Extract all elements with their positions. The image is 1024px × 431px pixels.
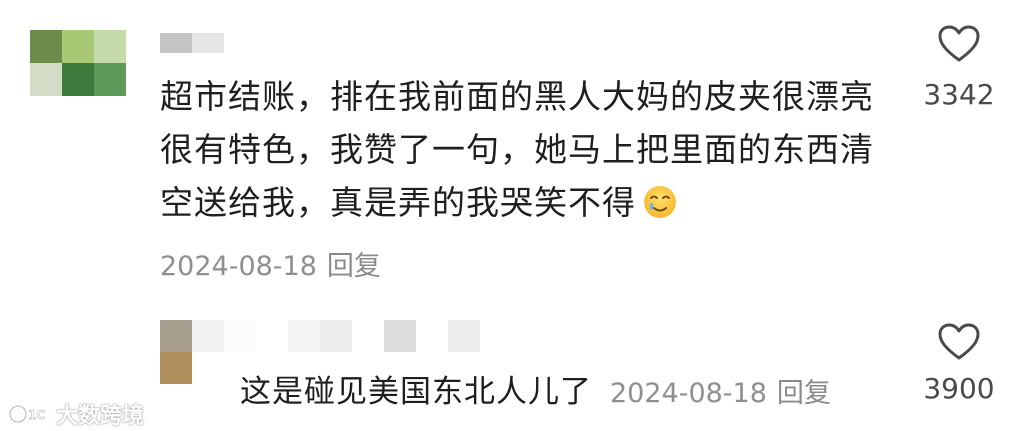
username-pixel [256, 320, 288, 352]
avatar-pixel [62, 63, 94, 96]
tearful-smile-emoji-icon [642, 184, 678, 220]
reply-comment: 这是碰见美国东北人儿了 2024-08-18 回复 [240, 370, 831, 414]
watermark-logo-icon: 1C [8, 402, 52, 426]
reply-button[interactable]: 回复 [327, 251, 381, 282]
commenter-avatar[interactable] [160, 320, 192, 384]
heart-outline-icon[interactable] [937, 322, 981, 362]
like-count: 3342 [923, 78, 995, 111]
username-pixel [192, 33, 224, 53]
username-pixel [288, 320, 320, 352]
avatar-pixel [94, 30, 126, 63]
avatar-pixel [160, 352, 192, 384]
heart-outline-icon[interactable] [937, 24, 981, 64]
comment-meta: 2024-08-18 回复 [610, 378, 831, 409]
username-pixel [448, 320, 480, 352]
username-pixel [160, 33, 192, 53]
commenter-username-blurred[interactable] [192, 320, 480, 352]
comment-text-line: 很有特色，我赞了一句，她马上把里面的东西清 [160, 130, 874, 169]
reply-button[interactable]: 回复 [777, 378, 831, 409]
avatar-pixel [62, 30, 94, 63]
comment-date: 2024-08-18 [610, 378, 767, 409]
comment-date: 2024-08-18 [160, 251, 317, 282]
avatar-pixel [94, 63, 126, 96]
like-count: 3900 [923, 372, 995, 405]
comment-text: 这是碰见美国东北人儿了 [240, 374, 592, 410]
watermark: 1C 大数跨境 [8, 398, 144, 430]
username-pixel [352, 320, 384, 352]
username-pixel [192, 320, 224, 352]
username-pixel [320, 320, 352, 352]
comment-text-line-content: 空送给我，真是弄的我哭笑不得 [160, 183, 636, 222]
comment-text-line: 超市结账，排在我前面的黑人大妈的皮夹很漂亮 [160, 77, 874, 116]
comment-text-line: 空送给我，真是弄的我哭笑不得 [160, 176, 900, 229]
comment-text: 超市结账，排在我前面的黑人大妈的皮夹很漂亮 很有特色，我赞了一句，她马上把里面的… [160, 70, 900, 229]
username-pixel [224, 320, 256, 352]
username-pixel [416, 320, 448, 352]
commenter-avatar[interactable] [30, 30, 126, 96]
svg-text:1C: 1C [28, 408, 45, 422]
watermark-text: 大数跨境 [56, 404, 145, 429]
commenter-username-blurred[interactable] [160, 33, 224, 53]
avatar-pixel [160, 320, 192, 352]
avatar-pixel [30, 30, 62, 63]
comment-meta: 2024-08-18 回复 [160, 244, 381, 283]
avatar-pixel [30, 63, 62, 96]
username-pixel [384, 320, 416, 352]
